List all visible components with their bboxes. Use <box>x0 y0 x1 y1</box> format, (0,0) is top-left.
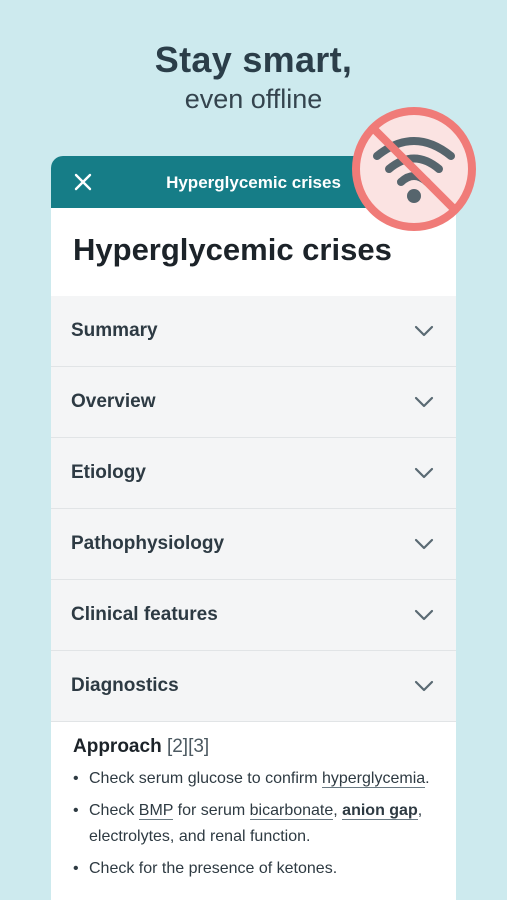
link-anion-gap[interactable]: anion gap <box>342 802 418 820</box>
section-diagnostics[interactable]: Diagnostics <box>51 651 456 722</box>
chevron-down-icon <box>414 680 434 692</box>
section-label: Summary <box>71 320 158 341</box>
diagnostics-content: Approach [2][3] Check serum glucose to c… <box>51 722 456 882</box>
list-item: Check for the presence of ketones. <box>73 856 436 882</box>
hero-title: Stay smart, <box>154 39 353 80</box>
reference-links[interactable]: [2][3] <box>162 736 209 757</box>
no-wifi-icon <box>352 107 476 231</box>
approach-list: Check serum glucose to confirm hyperglyc… <box>73 766 436 882</box>
hero: Stay smart, even offline <box>0 38 507 116</box>
section-clinical-features[interactable]: Clinical features <box>51 580 456 651</box>
section-label: Etiology <box>71 462 146 483</box>
chevron-down-icon <box>414 325 434 337</box>
chevron-down-icon <box>414 396 434 408</box>
phone-screen: Hyperglycemic crises Hyperglycemic crise… <box>51 156 456 900</box>
chevron-down-icon <box>414 538 434 550</box>
section-label: Diagnostics <box>71 675 179 696</box>
list-item-text: . <box>425 770 430 787</box>
section-pathophysiology[interactable]: Pathophysiology <box>51 509 456 580</box>
section-etiology[interactable]: Etiology <box>51 438 456 509</box>
link-hyperglycemia[interactable]: hyperglycemia <box>321 770 426 788</box>
chevron-down-icon <box>414 467 434 479</box>
list-item: Check BMP for serum bicarbonate, anion g… <box>73 798 436 850</box>
approach-label: Approach <box>73 736 162 757</box>
list-item-text: Check for the presence of ketones. <box>89 860 338 877</box>
list-item-text: , <box>333 802 343 819</box>
link-bicarbonate[interactable]: bicarbonate <box>249 802 334 820</box>
link-bmp[interactable]: BMP <box>138 802 174 820</box>
list-item-text: Check <box>89 802 139 819</box>
section-list: Summary Overview Etiology Pathophysiolog… <box>51 296 456 722</box>
section-overview[interactable]: Overview <box>51 367 456 438</box>
section-label: Clinical features <box>71 604 218 625</box>
list-item-text: Check serum glucose to confirm <box>89 770 322 787</box>
section-label: Overview <box>71 391 156 412</box>
section-label: Pathophysiology <box>71 533 225 554</box>
list-item-text: for serum <box>173 802 250 819</box>
chevron-down-icon <box>414 609 434 621</box>
list-item: Check serum glucose to confirm hyperglyc… <box>73 766 436 792</box>
section-summary[interactable]: Summary <box>51 296 456 367</box>
approach-heading: Approach [2][3] <box>73 736 436 758</box>
